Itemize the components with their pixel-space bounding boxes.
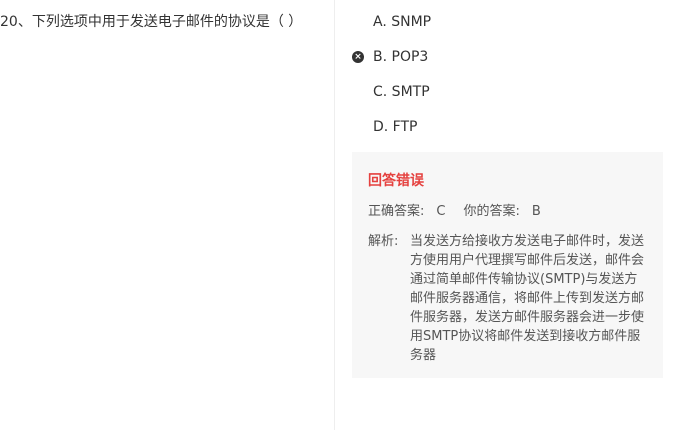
answer-summary: 正确答案: C 你的答案: B <box>368 200 541 219</box>
your-answer-label: 你的答案: <box>463 204 520 219</box>
close-circle-icon: × <box>352 50 364 63</box>
option-label: A. SNMP <box>373 13 432 30</box>
analysis-label: 解析: <box>368 234 399 249</box>
answer-result-panel: 回答错误 正确答案: C 你的答案: B 解析: 当发送方给接收方发送电子邮件时，发送… <box>352 152 663 378</box>
correct-answer-value: C <box>436 204 446 219</box>
result-status: 回答错误 <box>368 173 424 189</box>
column-divider <box>334 0 335 430</box>
correct-answer-label: 正确答案: <box>368 204 425 219</box>
options-list: A. SNMP × B. POP3 C. SMTP D. FTP <box>352 0 672 144</box>
option-b[interactable]: × B. POP3 <box>352 39 672 74</box>
option-a[interactable]: A. SNMP <box>352 4 672 39</box>
analysis-section: 解析: 当发送方给接收方发送电子邮件时，发送方使用用户代理撰写邮件后发送，邮件会… <box>368 232 653 365</box>
option-d[interactable]: D. FTP <box>352 109 672 144</box>
your-answer-value: B <box>531 204 541 219</box>
option-label: B. POP3 <box>373 48 429 65</box>
option-label: C. SMTP <box>373 83 430 100</box>
question-text: 20、下列选项中用于发送电子邮件的协议是（ ） <box>0 14 303 30</box>
quiz-page: 20、下列选项中用于发送电子邮件的协议是（ ） A. SNMP × B. POP… <box>0 0 689 430</box>
option-c[interactable]: C. SMTP <box>352 74 672 109</box>
analysis-text: 当发送方给接收方发送电子邮件时，发送方使用用户代理撰写邮件后发送，邮件会通过简单… <box>410 234 645 363</box>
option-label: D. FTP <box>373 118 418 135</box>
